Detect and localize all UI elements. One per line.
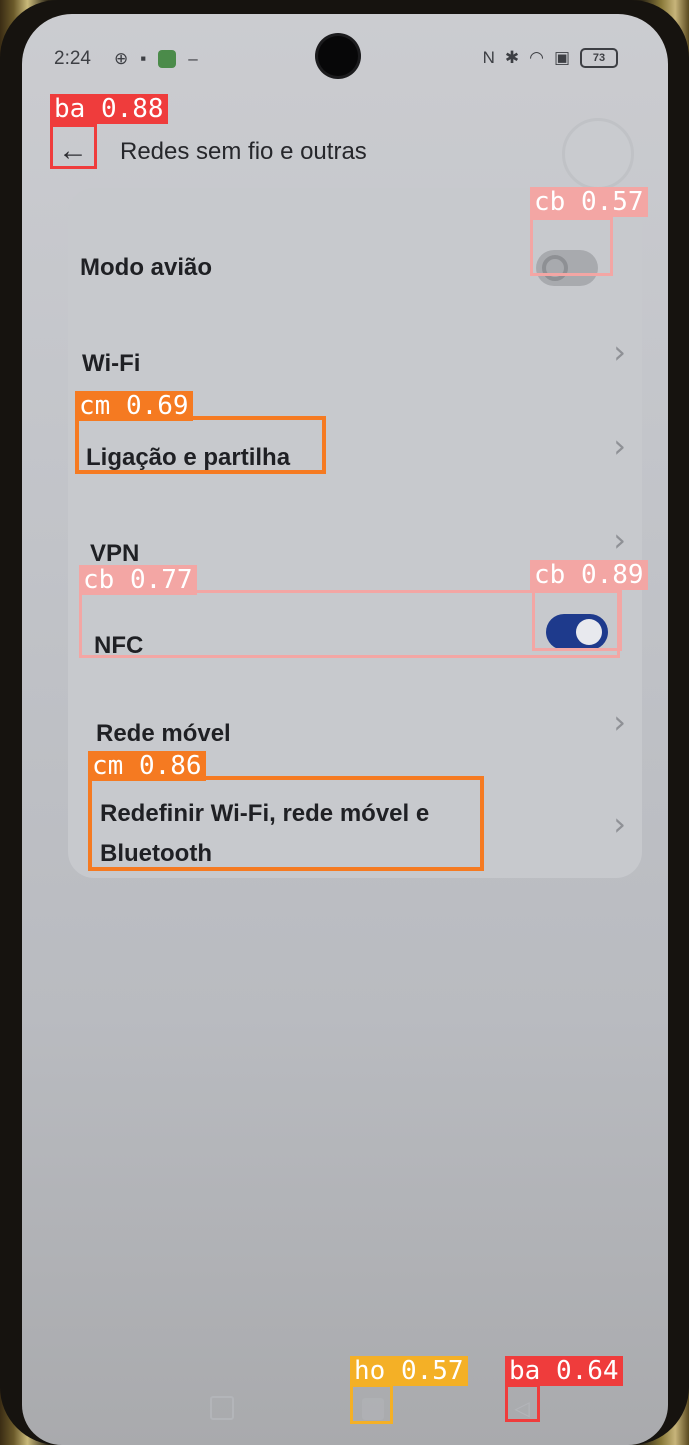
bluetooth-icon: ✱	[504, 48, 520, 67]
setting-label: VPN	[90, 540, 140, 567]
chevron-right-icon: ›	[613, 427, 626, 465]
detection-label-nfc-toggle: cb 0.89	[530, 560, 648, 590]
detection-box-nav-back	[505, 1384, 540, 1422]
detection-label-airplane-toggle: cb 0.57	[530, 187, 648, 217]
nfc-icon: N	[482, 48, 495, 67]
detection-label-home: ho 0.57	[350, 1356, 468, 1386]
detection-box-hotspot	[75, 416, 326, 474]
chevron-right-icon: ›	[613, 805, 626, 843]
recents-button[interactable]	[210, 1396, 234, 1420]
notification-icon: ▪	[140, 49, 147, 68]
detection-box-nfc-toggle	[532, 587, 622, 651]
sim-icon: ▣	[553, 48, 570, 67]
setting-label: Wi-Fi	[82, 350, 141, 377]
floating-circle	[562, 118, 634, 190]
setting-row-wifi[interactable]: Wi-Fi ›	[68, 322, 642, 402]
detection-box-home	[350, 1384, 393, 1424]
detection-label-back: ba 0.88	[50, 94, 168, 124]
wifi-icon: ◠	[529, 48, 544, 67]
page-title: Redes sem fio e outras	[120, 138, 367, 165]
chevron-right-icon: ›	[613, 521, 626, 559]
navigation-bar: ◁	[22, 1384, 668, 1434]
battery-icon: 73	[580, 48, 618, 68]
status-time: 2:24	[54, 48, 91, 69]
more-icon: –	[188, 49, 198, 68]
setting-label: Rede móvel	[96, 720, 231, 747]
chevron-right-icon: ›	[613, 333, 626, 371]
status-bar: 2:24 ⊕ ▪ – N ✱ ◠ ▣ 73	[22, 44, 668, 78]
detection-label-nav-back: ba 0.64	[505, 1356, 623, 1386]
chevron-right-icon: ›	[613, 703, 626, 741]
setting-label: Modo avião	[80, 254, 213, 281]
detection-box-reset	[88, 776, 484, 871]
detection-box-back	[50, 124, 97, 169]
detection-box-airplane-toggle	[530, 217, 613, 276]
status-left-icons: ⊕ ▪ –	[114, 49, 198, 69]
header: ← Redes sem fio e outras	[22, 118, 668, 190]
app-notification-icon	[158, 50, 177, 68]
status-right-icons: N ✱ ◠ ▣ 73	[483, 48, 618, 68]
sync-icon: ⊕	[114, 49, 129, 68]
